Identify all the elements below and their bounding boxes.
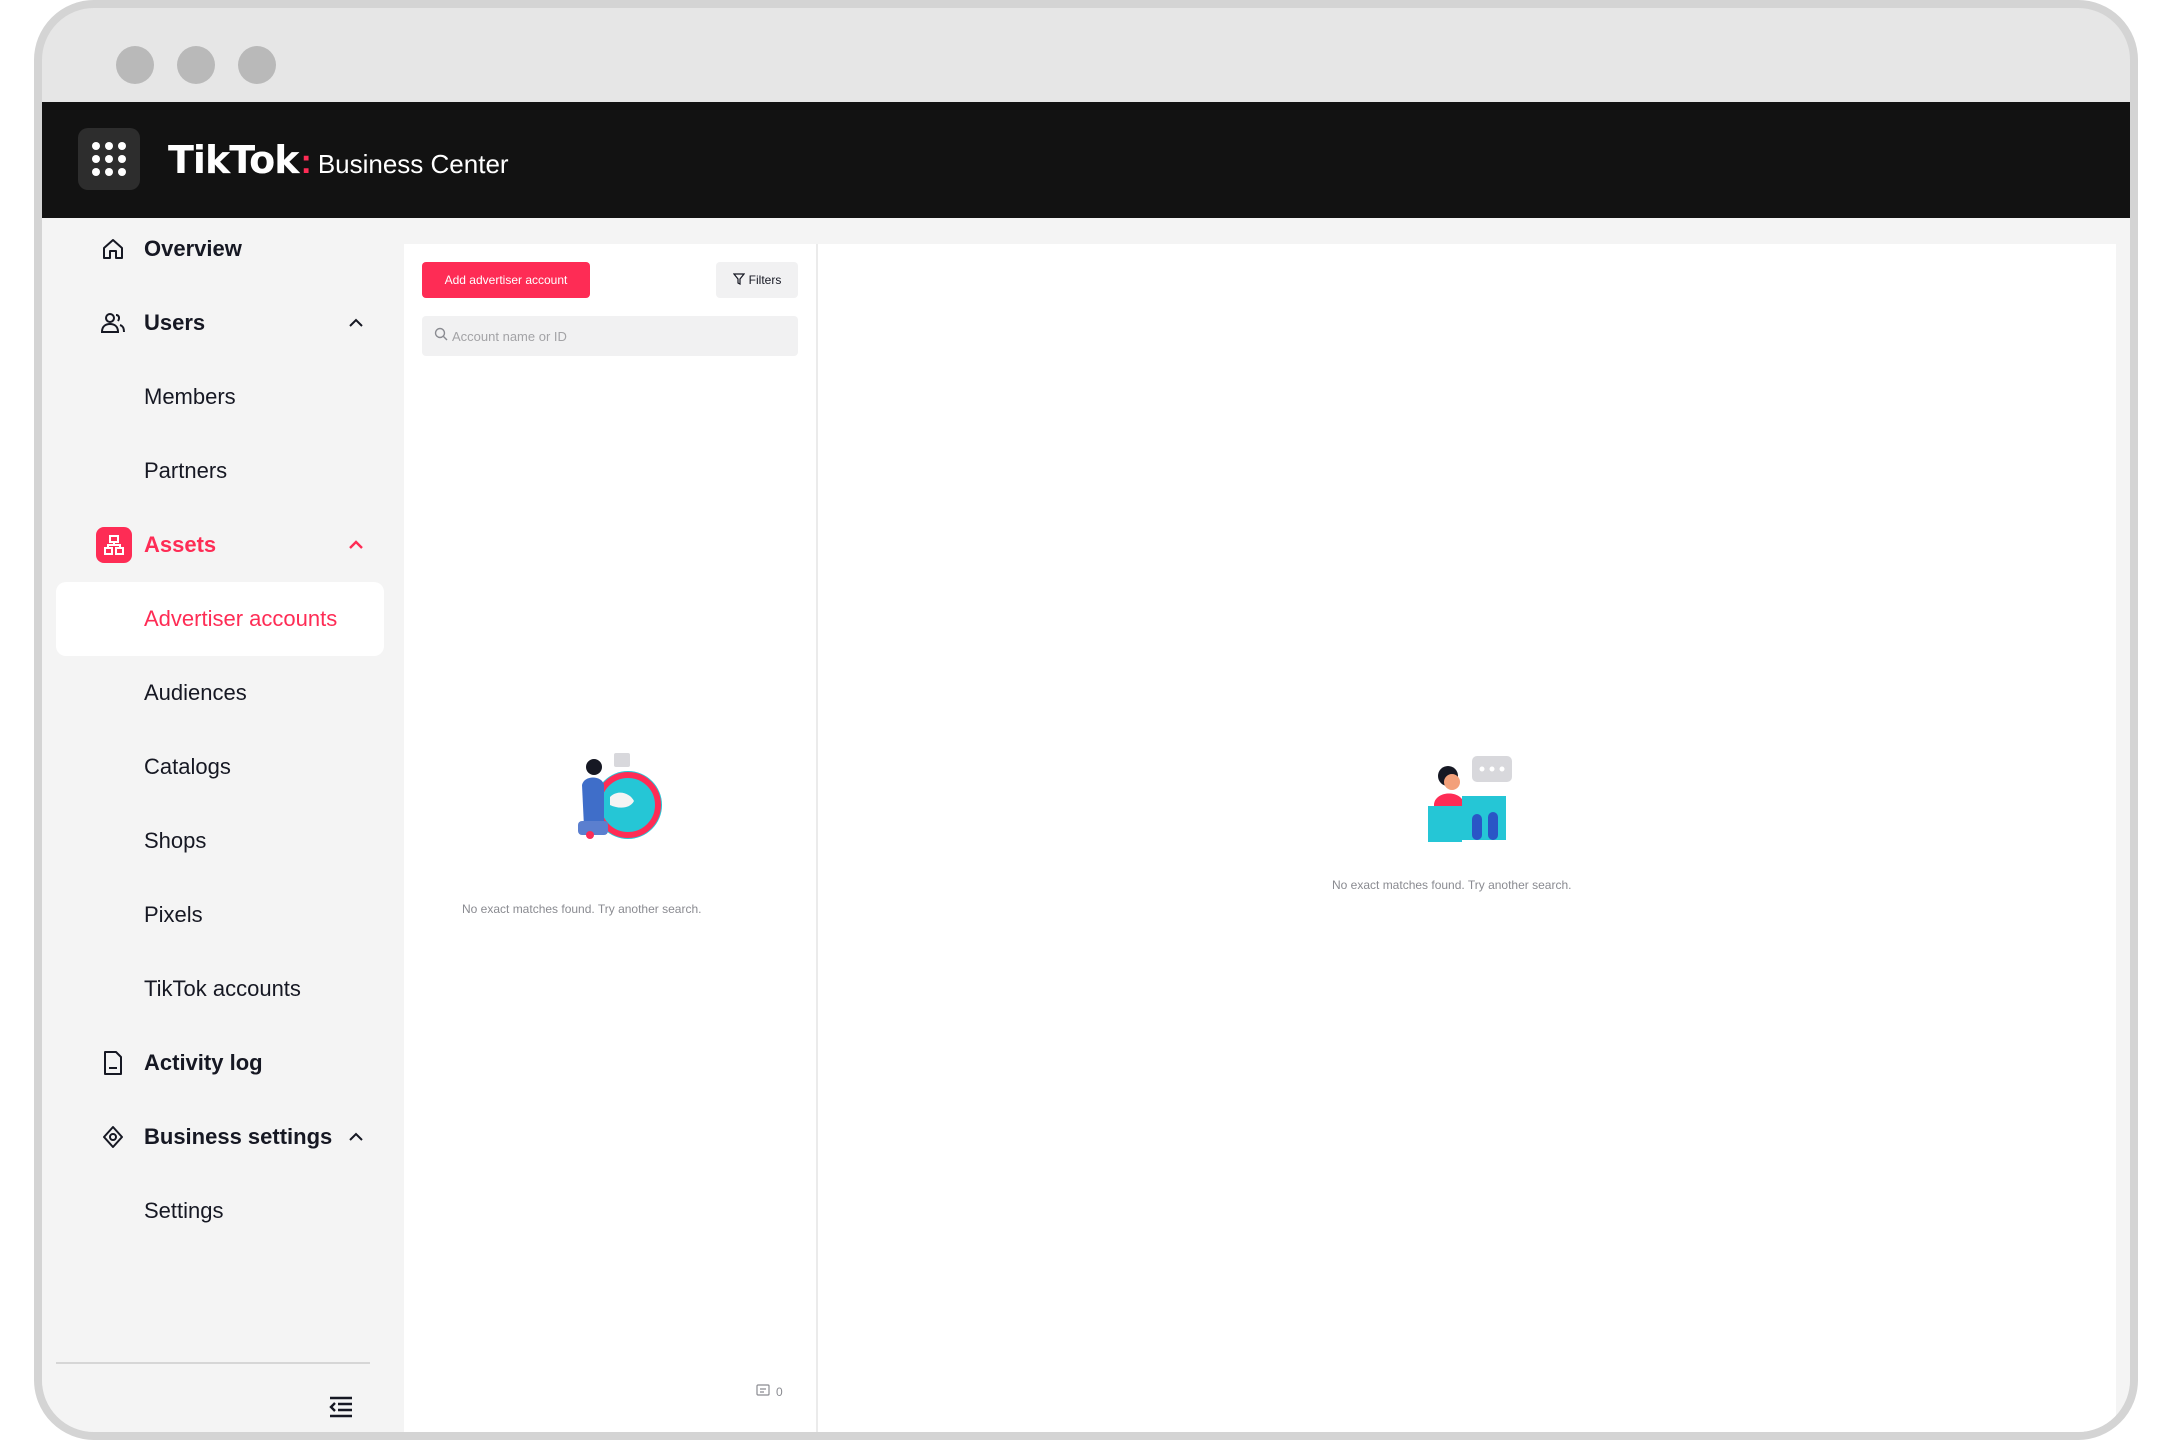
sidebar: Overview Users Members Partners Assets A… bbox=[42, 218, 404, 1432]
product-name: Business Center bbox=[317, 149, 509, 179]
sidebar-item-business-settings[interactable]: Business settings bbox=[56, 1100, 384, 1174]
sidebar-item-partners[interactable]: Partners bbox=[56, 434, 384, 508]
sidebar-item-activity-log[interactable]: Activity log bbox=[56, 1026, 384, 1100]
window-minimize-dot[interactable] bbox=[177, 46, 215, 84]
chevron-up-icon[interactable] bbox=[346, 535, 366, 555]
sidebar-item-label: Advertiser accounts bbox=[144, 606, 338, 631]
filters-label: Filters bbox=[748, 273, 782, 287]
sidebar-item-users[interactable]: Users bbox=[56, 286, 384, 360]
brand-separator: : bbox=[300, 143, 312, 181]
sidebar-item-label: Assets bbox=[144, 532, 217, 557]
empty-detail-illustration bbox=[1420, 752, 1516, 848]
sidebar-item-label: Business settings bbox=[144, 1124, 333, 1149]
browser-window: TikTok : Business Center Overview Users bbox=[34, 0, 2138, 1440]
top-header: TikTok : Business Center bbox=[42, 102, 2130, 218]
search-field[interactable] bbox=[422, 316, 798, 356]
filter-icon bbox=[732, 272, 745, 288]
home-icon bbox=[96, 232, 130, 266]
sidebar-item-label: Shops bbox=[144, 828, 207, 853]
chevron-up-icon[interactable] bbox=[346, 313, 366, 333]
table-count-icon bbox=[756, 1384, 770, 1399]
sidebar-item-members[interactable]: Members bbox=[56, 360, 384, 434]
sidebar-item-overview[interactable]: Overview bbox=[56, 212, 384, 286]
document-icon bbox=[96, 1046, 130, 1080]
result-count-value: 0 bbox=[776, 1384, 783, 1399]
assets-icon bbox=[96, 527, 132, 563]
sidebar-item-label: TikTok accounts bbox=[144, 976, 301, 1001]
sidebar-item-audiences[interactable]: Audiences bbox=[56, 656, 384, 730]
sidebar-item-label: Users bbox=[144, 310, 206, 335]
chevron-up-icon[interactable] bbox=[346, 1127, 366, 1147]
sidebar-item-advertiser-accounts[interactable]: Advertiser accounts bbox=[56, 582, 384, 656]
sidebar-item-pixels[interactable]: Pixels bbox=[56, 878, 384, 952]
sidebar-item-label: Audiences bbox=[144, 680, 247, 705]
filters-button[interactable]: Filters bbox=[716, 262, 798, 298]
app-root: TikTok : Business Center Overview Users bbox=[42, 102, 2130, 1432]
sidebar-item-label: Overview bbox=[144, 236, 242, 261]
empty-state-message: No exact matches found. Try another sear… bbox=[462, 902, 702, 916]
brand-name: TikTok bbox=[168, 138, 299, 182]
sidebar-item-catalogs[interactable]: Catalogs bbox=[56, 730, 384, 804]
window-close-dot[interactable] bbox=[116, 46, 154, 84]
account-list-panel: Add advertiser account Filters Account n… bbox=[404, 244, 818, 1432]
window-controls bbox=[116, 46, 276, 84]
settings-hexagon-icon bbox=[96, 1120, 130, 1154]
sidebar-item-label: Catalogs bbox=[144, 754, 231, 779]
empty-search-illustration bbox=[570, 749, 670, 849]
add-advertiser-account-button[interactable]: Add advertiser account bbox=[422, 262, 590, 298]
brand-logo[interactable]: TikTok : Business Center bbox=[168, 138, 509, 182]
collapse-menu-icon[interactable] bbox=[326, 1392, 356, 1422]
search-icon bbox=[434, 327, 448, 346]
sidebar-item-label: Settings bbox=[144, 1198, 224, 1223]
empty-state-message: No exact matches found. Try another sear… bbox=[1332, 878, 1572, 892]
sidebar-item-label: Members bbox=[144, 384, 236, 409]
sidebar-item-tiktok-accounts[interactable]: TikTok accounts bbox=[56, 952, 384, 1026]
sidebar-item-assets[interactable]: Assets bbox=[56, 508, 384, 582]
account-detail-panel: No exact matches found. Try another sear… bbox=[818, 244, 2116, 1432]
search-input[interactable] bbox=[452, 328, 782, 344]
sidebar-item-settings[interactable]: Settings bbox=[56, 1174, 384, 1248]
result-count: 0 bbox=[756, 1384, 783, 1399]
grid-dots-icon[interactable] bbox=[78, 128, 140, 190]
sidebar-item-label: Partners bbox=[144, 458, 228, 483]
sidebar-item-label: Activity log bbox=[144, 1050, 263, 1075]
sidebar-divider bbox=[56, 1362, 370, 1364]
window-maximize-dot[interactable] bbox=[238, 46, 276, 84]
sidebar-item-shops[interactable]: Shops bbox=[56, 804, 384, 878]
sidebar-item-label: Pixels bbox=[144, 902, 203, 927]
users-icon bbox=[96, 306, 130, 340]
